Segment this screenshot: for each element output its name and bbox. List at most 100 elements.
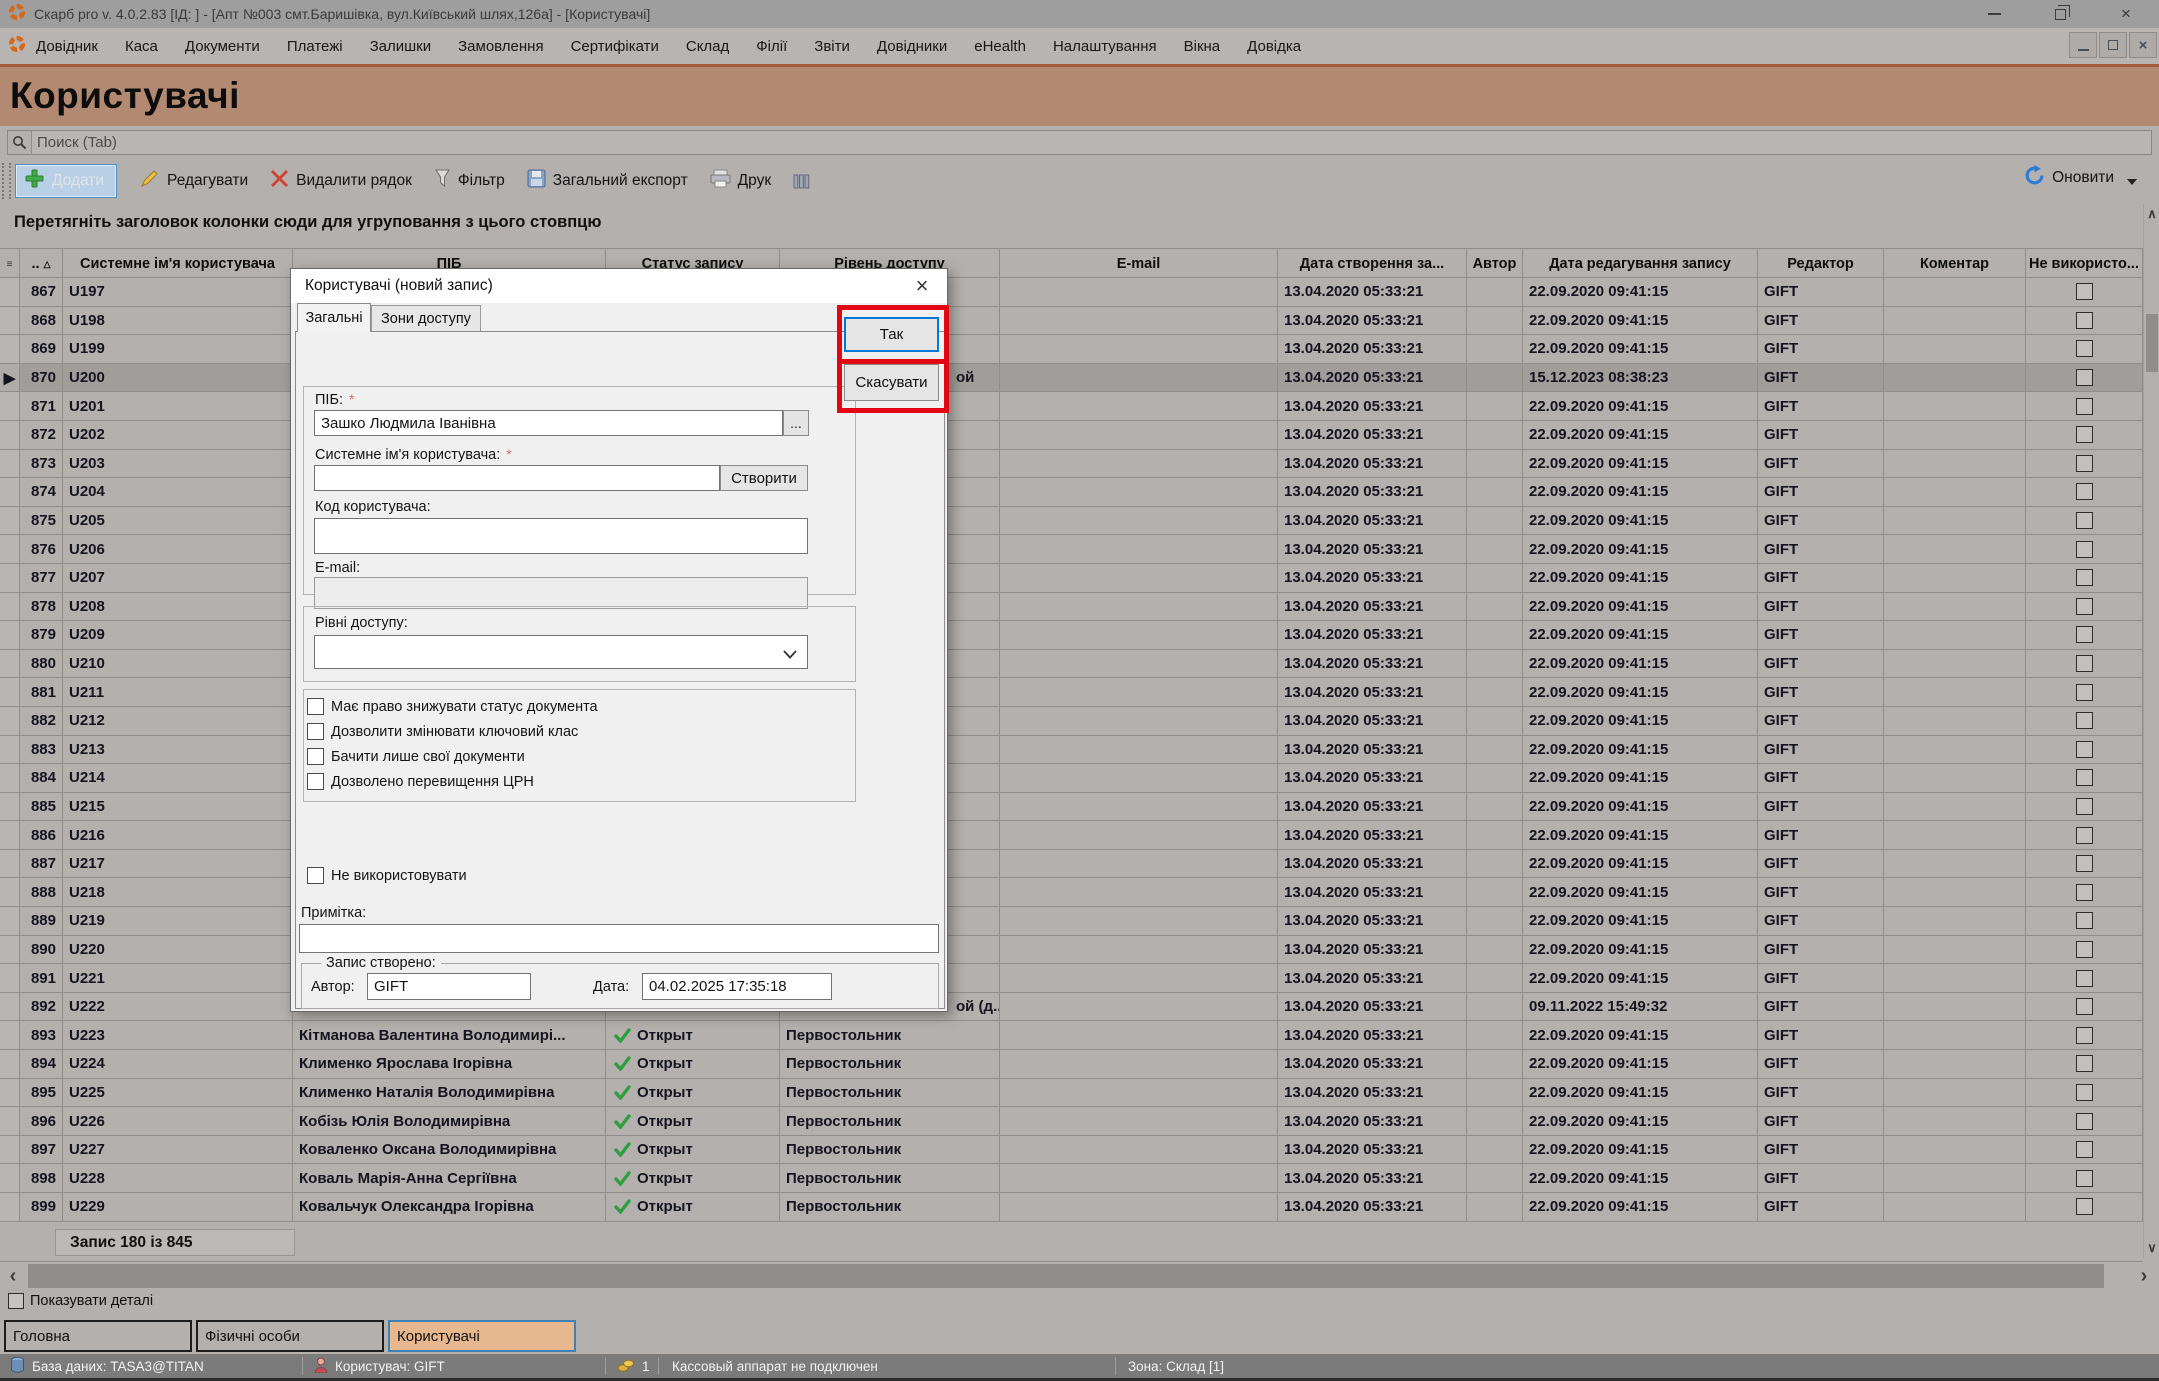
row-unused-checkbox[interactable] [2076, 741, 2093, 758]
hscroll-thumb[interactable] [28, 1264, 2104, 1288]
menu-item[interactable]: Налаштування [1053, 38, 1157, 55]
menu-item[interactable]: Замовлення [458, 38, 543, 55]
scroll-down-icon[interactable]: ∨ [2144, 1238, 2159, 1258]
restore-icon[interactable] [2027, 0, 2093, 28]
columns-icon[interactable] [793, 173, 810, 190]
menu-item[interactable]: Філії [756, 38, 787, 55]
edit-button[interactable]: Редагувати [139, 168, 248, 194]
vscroll-thumb[interactable] [2146, 314, 2158, 372]
mdi-restore-icon[interactable] [2099, 32, 2127, 58]
row-unused-checkbox[interactable] [2076, 598, 2093, 615]
header-unused[interactable]: Не використо... [2026, 249, 2143, 279]
row-unused-checkbox[interactable] [2076, 769, 2093, 786]
menu-item[interactable]: Звіти [814, 38, 850, 55]
scroll-left-icon[interactable]: ‹ [0, 1262, 26, 1290]
table-row[interactable]: 897 U227 Коваленко Оксана Володимирівна … [0, 1136, 2143, 1165]
menu-item[interactable]: Довідник [36, 38, 98, 55]
cb-not-use[interactable]: Не використовувати [307, 867, 467, 884]
vertical-scrollbar[interactable]: ∧ ∨ [2143, 204, 2159, 1258]
minimize-icon[interactable] [1961, 0, 2027, 28]
menu-item[interactable]: Каса [125, 38, 158, 55]
row-unused-checkbox[interactable] [2076, 340, 2093, 357]
row-unused-checkbox[interactable] [2076, 541, 2093, 558]
header-edited[interactable]: Дата редагування запису [1523, 249, 1758, 279]
close-icon[interactable]: × [2093, 0, 2159, 28]
tab-general[interactable]: Загальні [297, 303, 371, 332]
row-unused-checkbox[interactable] [2076, 312, 2093, 329]
row-unused-checkbox[interactable] [2076, 1027, 2093, 1044]
row-unused-checkbox[interactable] [2076, 798, 2093, 815]
row-unused-checkbox[interactable] [2076, 398, 2093, 415]
create-sysname-button[interactable]: Створити [720, 465, 808, 491]
table-row[interactable]: 899 U229 Ковальчук Олександра Ігорівна О… [0, 1193, 2143, 1222]
row-unused-checkbox[interactable] [2076, 1198, 2093, 1215]
note-field[interactable] [299, 924, 939, 953]
print-button[interactable]: Друк [710, 169, 771, 193]
scroll-right-icon[interactable]: › [2131, 1262, 2157, 1290]
toolbar-grip-handle[interactable] [2, 163, 11, 199]
groupby-hint[interactable]: Перетягніть заголовок колонки сюди для у… [14, 213, 601, 232]
dialog-titlebar[interactable]: Користувачі (новий запис) × [291, 269, 947, 303]
row-unused-checkbox[interactable] [2076, 1113, 2093, 1130]
tab-access-zones[interactable]: Зони доступу [371, 305, 481, 331]
search-input[interactable]: Поиск (Tab) [7, 130, 2152, 155]
cb-change-key-class[interactable]: Дозволити змінювати ключовий клас [307, 723, 578, 740]
levels-combobox[interactable] [314, 635, 808, 669]
row-unused-checkbox[interactable] [2076, 369, 2093, 386]
table-row[interactable]: 898 U228 Коваль Марія-Анна Сергіївна Отк… [0, 1164, 2143, 1193]
bottom-tab-2[interactable]: Фізичні особи [196, 1320, 384, 1352]
header-num[interactable]: ..△ [20, 249, 63, 279]
header-comment[interactable]: Коментар [1884, 249, 2026, 279]
table-row[interactable]: 895 U225 Клименко Наталія Володимирівна … [0, 1079, 2143, 1108]
grid-menu-icon[interactable]: ≡ [7, 259, 13, 270]
delete-row-button[interactable]: Видалити рядок [270, 169, 412, 193]
show-details-checkbox[interactable] [8, 1293, 24, 1309]
menu-item[interactable]: Вікна [1184, 38, 1221, 55]
row-unused-checkbox[interactable] [2076, 884, 2093, 901]
scroll-up-icon[interactable]: ∧ [2144, 204, 2159, 224]
mdi-close-icon[interactable]: × [2129, 32, 2157, 58]
table-row[interactable]: 896 U226 Кобізь Юлія Володимирівна Откры… [0, 1107, 2143, 1136]
row-unused-checkbox[interactable] [2076, 827, 2093, 844]
filter-button[interactable]: Фільтр [434, 169, 505, 193]
bottom-tab-1[interactable]: Головна [4, 1320, 192, 1352]
menu-item[interactable]: Платежі [287, 38, 343, 55]
row-unused-checkbox[interactable] [2076, 855, 2093, 872]
table-row[interactable]: 893 U223 Кітманова Валентина Володимирі.… [0, 1021, 2143, 1050]
pib-lookup-button[interactable]: ... [783, 410, 809, 436]
header-editor[interactable]: Редактор [1758, 249, 1884, 279]
cb-lower-status[interactable]: Має право знижувати статус документа [307, 698, 598, 715]
row-unused-checkbox[interactable] [2076, 998, 2093, 1015]
header-email[interactable]: E-mail [1000, 249, 1278, 279]
menu-item[interactable]: Документи [185, 38, 260, 55]
date-field[interactable]: 04.02.2025 17:35:18 [642, 973, 832, 1000]
row-unused-checkbox[interactable] [2076, 1084, 2093, 1101]
cb-only-own-docs[interactable]: Бачити лише свої документи [307, 748, 525, 765]
row-unused-checkbox[interactable] [2076, 455, 2093, 472]
row-unused-checkbox[interactable] [2076, 483, 2093, 500]
row-unused-checkbox[interactable] [2076, 569, 2093, 586]
row-unused-checkbox[interactable] [2076, 1141, 2093, 1158]
row-unused-checkbox[interactable] [2076, 912, 2093, 929]
menu-item[interactable]: Склад [686, 38, 729, 55]
export-button[interactable]: Загальний експорт [527, 169, 688, 193]
row-unused-checkbox[interactable] [2076, 684, 2093, 701]
bottom-tab-3[interactable]: Користувачі [388, 1320, 576, 1352]
menu-item[interactable]: Залишки [370, 38, 432, 55]
header-author[interactable]: Автор [1467, 249, 1523, 279]
menu-item[interactable]: Довідники [877, 38, 947, 55]
row-unused-checkbox[interactable] [2076, 512, 2093, 529]
sysname-field[interactable] [314, 465, 720, 491]
refresh-button[interactable]: Оновити [2024, 165, 2137, 191]
row-unused-checkbox[interactable] [2076, 1170, 2093, 1187]
dialog-close-icon[interactable]: × [907, 271, 937, 301]
table-row[interactable]: 894 U224 Клименко Ярослава Ігорівна Откр… [0, 1050, 2143, 1079]
email-field[interactable] [314, 577, 808, 609]
row-unused-checkbox[interactable] [2076, 712, 2093, 729]
usercode-field[interactable] [314, 518, 808, 554]
header-sysname[interactable]: Системне ім'я користувача [63, 249, 293, 279]
row-unused-checkbox[interactable] [2076, 1055, 2093, 1072]
cb-allow-crn-excess[interactable]: Дозволено перевищення ЦРН [307, 773, 534, 790]
menu-item[interactable]: Довідка [1247, 38, 1301, 55]
row-unused-checkbox[interactable] [2076, 283, 2093, 300]
